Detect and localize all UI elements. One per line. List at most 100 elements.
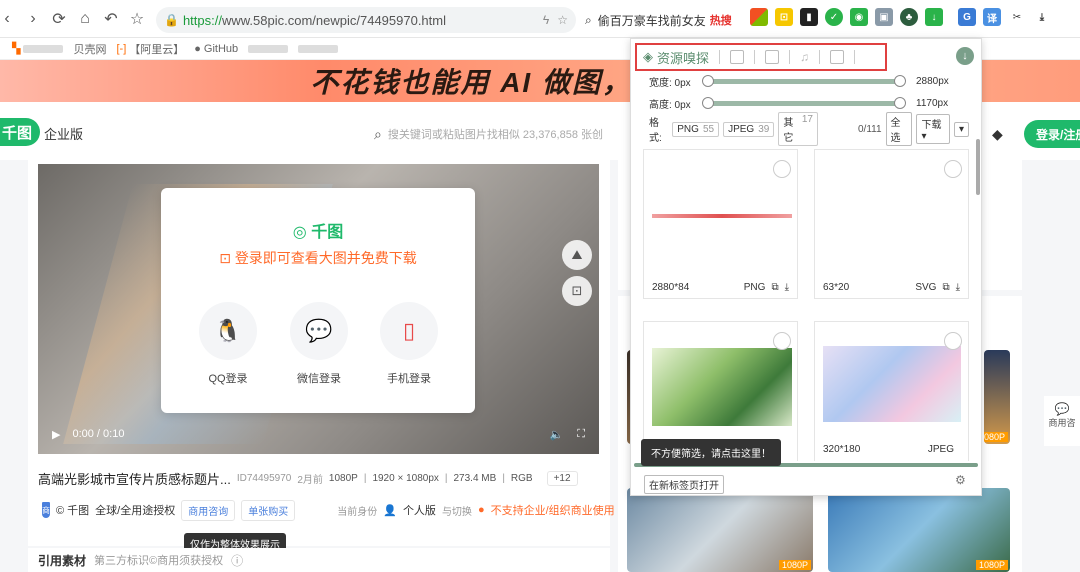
resource-item[interactable]: 2880*84 PNG ⧉ ⤓ [643,149,798,299]
width-slider-min-knob[interactable] [702,74,714,87]
bookmark-item[interactable]: ▚ [12,42,64,55]
home-icon[interactable]: ⌂ [72,6,98,32]
check-icon[interactable]: ✓ [825,8,843,26]
consult-button[interactable]: 商用咨询 [181,499,236,521]
bookmark-item[interactable] [298,44,339,53]
login-modal: ◎ 千图 ⊡ 登录即可查看大图并免费下载 🐧 QQ登录 💬 微信登录 ▯ 手机登… [161,188,475,413]
image-search-icon[interactable]: ⛰ [562,240,592,270]
open-icon[interactable]: ⧉ [771,282,778,293]
site-search-input[interactable]: ⌕ 搜关键词或粘贴图片找相似 23,376,858 张创 [374,120,634,148]
resource-checkbox[interactable] [773,332,791,350]
notion-icon[interactable]: ▮ [800,8,818,26]
asset-colormode: RGB [510,472,533,484]
resource-format: PNG [743,281,766,293]
tab-image-icon[interactable] [730,50,745,64]
forward-icon[interactable]: › [20,6,46,32]
resource-checkbox[interactable] [773,160,791,178]
width-slider-max-knob[interactable] [894,74,906,87]
gear-icon[interactable]: ⚙ [955,473,966,487]
resource-item[interactable]: 63*20 SVG ⧉ ⤓ [814,149,969,299]
vip-diamond-icon[interactable]: ◆ [992,126,1003,143]
qq-login-option[interactable]: 🐧 QQ登录 [198,302,258,386]
fullscreen-icon[interactable]: ⛶ [577,428,585,441]
enterprise-link[interactable]: 企业版 [44,124,83,143]
float-consult-bar[interactable]: 💬 商用咨 [1044,396,1080,446]
cite-section: 引用素材 第三方标识©商用须获授权 ⓘ [28,548,610,572]
phone-login-option[interactable]: ▯ 手机登录 [379,302,439,386]
back-icon[interactable]: ‹ [0,6,20,32]
lock-icon: 🔒 [164,13,179,27]
browser-search[interactable]: ⌕ 偷百万豪车找前女友 热搜 [585,7,745,33]
lightning-icon[interactable]: ϟ [543,13,549,27]
shortcut-icon[interactable]: ⊡ [775,8,793,26]
bookmark-item[interactable]: ● GitHub [194,43,238,55]
tab-doc-icon[interactable] [830,50,845,64]
thumbnail[interactable]: 1080P [627,488,813,572]
tab-resource-sniff[interactable]: ◈ 资源嗅探 [643,48,709,67]
chat-icon: 💬 [1054,402,1070,416]
wechat-login-option[interactable]: 💬 微信登录 [289,302,349,386]
address-bar[interactable]: 🔒 https:// www.58pic.com/newpic/74495970… [156,7,576,33]
single-buy-button[interactable]: 单张购买 [241,499,296,521]
windows-icon[interactable] [750,8,768,26]
undo-icon[interactable]: ↶ [98,6,124,32]
image-icon[interactable]: ▣ [875,8,893,26]
format-png-toggle[interactable]: PNG 55 [672,121,720,137]
format-jpeg-toggle[interactable]: JPEG 39 [723,121,775,137]
translate-cn-icon[interactable]: 译 [983,8,1001,26]
volume-icon[interactable]: 🔈 [550,428,564,441]
sniff-icon: ◈ [643,49,653,64]
format-other-toggle[interactable]: 其它 17 [778,112,818,146]
bookmark-item[interactable]: 贝壳网 [73,41,106,57]
scissors-icon[interactable]: ✂ [1008,8,1026,26]
login-button[interactable]: 登录/注册 [1024,120,1080,148]
asset-filesize: 273.4 MB [453,472,497,484]
resource-item[interactable]: 320*180 JPEG [814,321,969,461]
panel-download-icon[interactable]: ↓ [956,47,974,65]
bookmark-item[interactable]: [-] 【阿里云】 [116,41,184,57]
download-icon[interactable]: ⤓ [1033,8,1051,26]
resource-checkbox[interactable] [944,332,962,350]
download-icon[interactable]: ⤓ [785,282,789,293]
leaf-icon[interactable]: ♣ [900,8,918,26]
info-icon[interactable]: ⓘ [231,552,243,569]
more-dropdown[interactable]: ▾ [953,121,969,137]
tab-audio-icon[interactable]: ♫ [800,50,809,64]
open-icon[interactable]: ⧉ [942,282,949,293]
resource-checkbox[interactable] [944,160,962,178]
resource-sniffer-icon[interactable]: ↓ [925,8,943,26]
qq-icon: 🐧 [199,302,257,360]
bookmark-star-icon[interactable]: ☆ [557,13,568,27]
screenshot-icon[interactable]: ⊡ [562,276,592,306]
panel-scrollbar[interactable] [976,139,980,195]
download-dropdown[interactable]: 下载 ▾ [916,114,950,144]
height-slider-min-knob[interactable] [702,96,714,109]
reload-icon[interactable]: ⟳ [46,6,72,32]
width-slider[interactable] [702,74,906,87]
license-warning: 不支持企业/组织商业使用 [490,505,615,517]
filter-tip[interactable]: 不方便筛选，请点击这里！ [641,439,781,466]
translate-icon[interactable]: G [958,8,976,26]
play-icon[interactable]: ▶ [52,428,60,441]
height-slider[interactable] [702,96,906,109]
tab-video-icon[interactable] [765,50,780,64]
license-row: 商 © 千图 全球/全用途授权 商用咨询 单张购买 当前身份 👤 个人版 与切换… [42,499,615,521]
wechat-icon: 💬 [290,302,348,360]
site-logo[interactable]: 千图 [0,118,41,146]
height-filter: 高度: 0px 1170px [649,96,949,111]
star-icon[interactable]: ☆ [124,6,150,32]
select-all-button[interactable]: 全选 [885,112,913,146]
open-in-new-tab-button[interactable]: 在新标签页打开 [644,475,724,494]
height-slider-max-knob[interactable] [894,96,906,109]
thumbnail[interactable]: 1080P [984,350,1010,444]
bookmark-item[interactable] [248,44,289,53]
resource-grid: 2880*84 PNG ⧉ ⤓ 63*20 SVG ⧉ ⤓ 320*180 JP… [631,145,977,461]
wechat-icon[interactable]: ◉ [850,8,868,26]
switch-link[interactable]: 与切换 [442,503,472,518]
download-icon[interactable]: ⤓ [956,282,960,293]
selection-count: 0/111 [858,123,882,135]
video-controls: ▶ 0:00 / 0:10 🔈 ⛶ [38,414,599,454]
thumbnail[interactable]: 1080P [828,488,1010,572]
more-tags-button[interactable]: +12 [546,470,578,486]
license-brand: © 千图 [56,505,90,517]
